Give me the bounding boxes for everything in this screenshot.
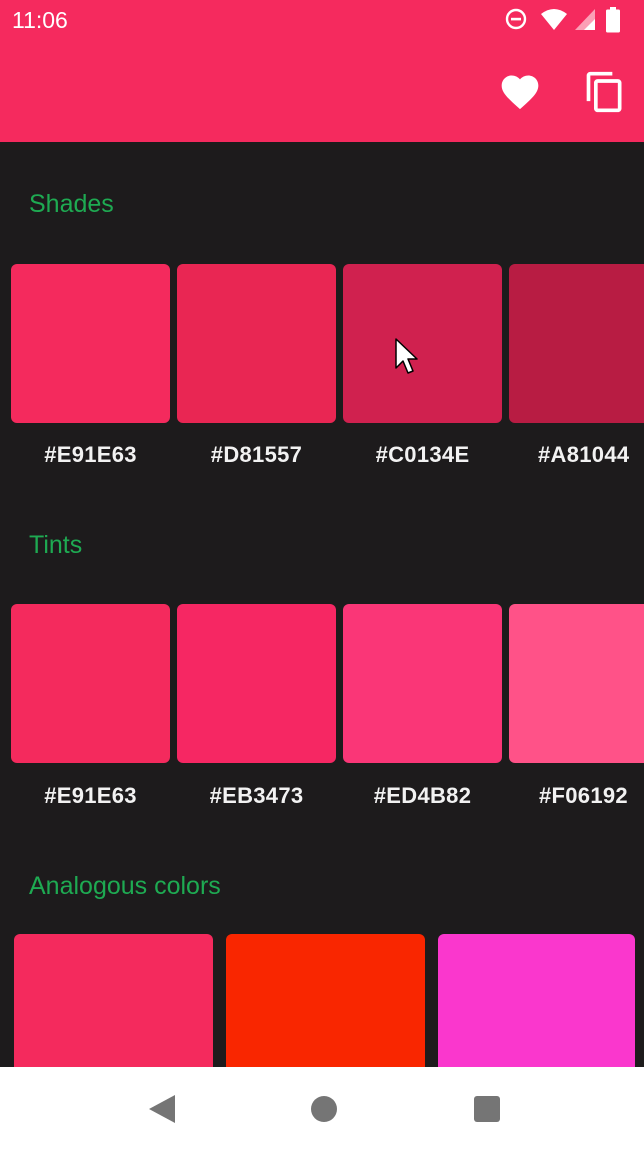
do-not-disturb-icon [504, 7, 528, 36]
tint-swatch-2[interactable] [177, 604, 336, 763]
shade-hex-4: #A81044 [538, 442, 630, 467]
shade-swatch-4[interactable] [509, 264, 644, 423]
recents-icon[interactable] [467, 1089, 507, 1129]
tints-title: Tints [29, 531, 83, 559]
navigation-bar [0, 1067, 644, 1150]
tint-swatch-1[interactable] [11, 604, 170, 763]
shade-swatch-1[interactable] [11, 264, 170, 423]
shade-hex-3: #C0134E [375, 442, 470, 467]
app-bar [0, 40, 644, 142]
mouse-cursor-icon [395, 338, 418, 374]
tint-hex-3: #ED4B82 [373, 783, 472, 808]
tint-hex-1: #E91E63 [44, 783, 137, 808]
tint-swatch-3[interactable] [343, 604, 502, 763]
shades-title: Shades [29, 190, 114, 218]
analogous-title: Analogous colors [29, 872, 221, 900]
battery-icon [606, 7, 620, 38]
analogous-swatch-2[interactable] [226, 934, 425, 1067]
shade-hex-1: #E91E63 [44, 442, 137, 467]
status-bar: 11:06 [0, 0, 644, 40]
shade-hex-2: #D81557 [210, 442, 303, 467]
back-icon[interactable] [142, 1089, 182, 1129]
wifi-icon [540, 7, 568, 36]
tint-swatch-4[interactable] [509, 604, 644, 763]
shade-swatch-3[interactable] [343, 264, 502, 423]
shade-swatch-2[interactable] [177, 264, 336, 423]
analogous-swatch-1[interactable] [14, 934, 213, 1067]
tint-hex-2: #EB3473 [209, 783, 304, 808]
cellular-signal-icon [574, 7, 596, 36]
copy-icon[interactable] [583, 70, 627, 114]
status-icons [504, 7, 634, 33]
color-palette-content: Shades #E91E63 #D81557 #C0134E #A81044 T… [0, 142, 644, 1067]
tint-hex-4: #F06192 [539, 783, 628, 808]
home-icon[interactable] [304, 1089, 344, 1129]
analogous-swatch-3[interactable] [438, 934, 635, 1067]
favorite-heart-icon[interactable] [498, 70, 542, 114]
status-time: 11:06 [12, 7, 68, 33]
